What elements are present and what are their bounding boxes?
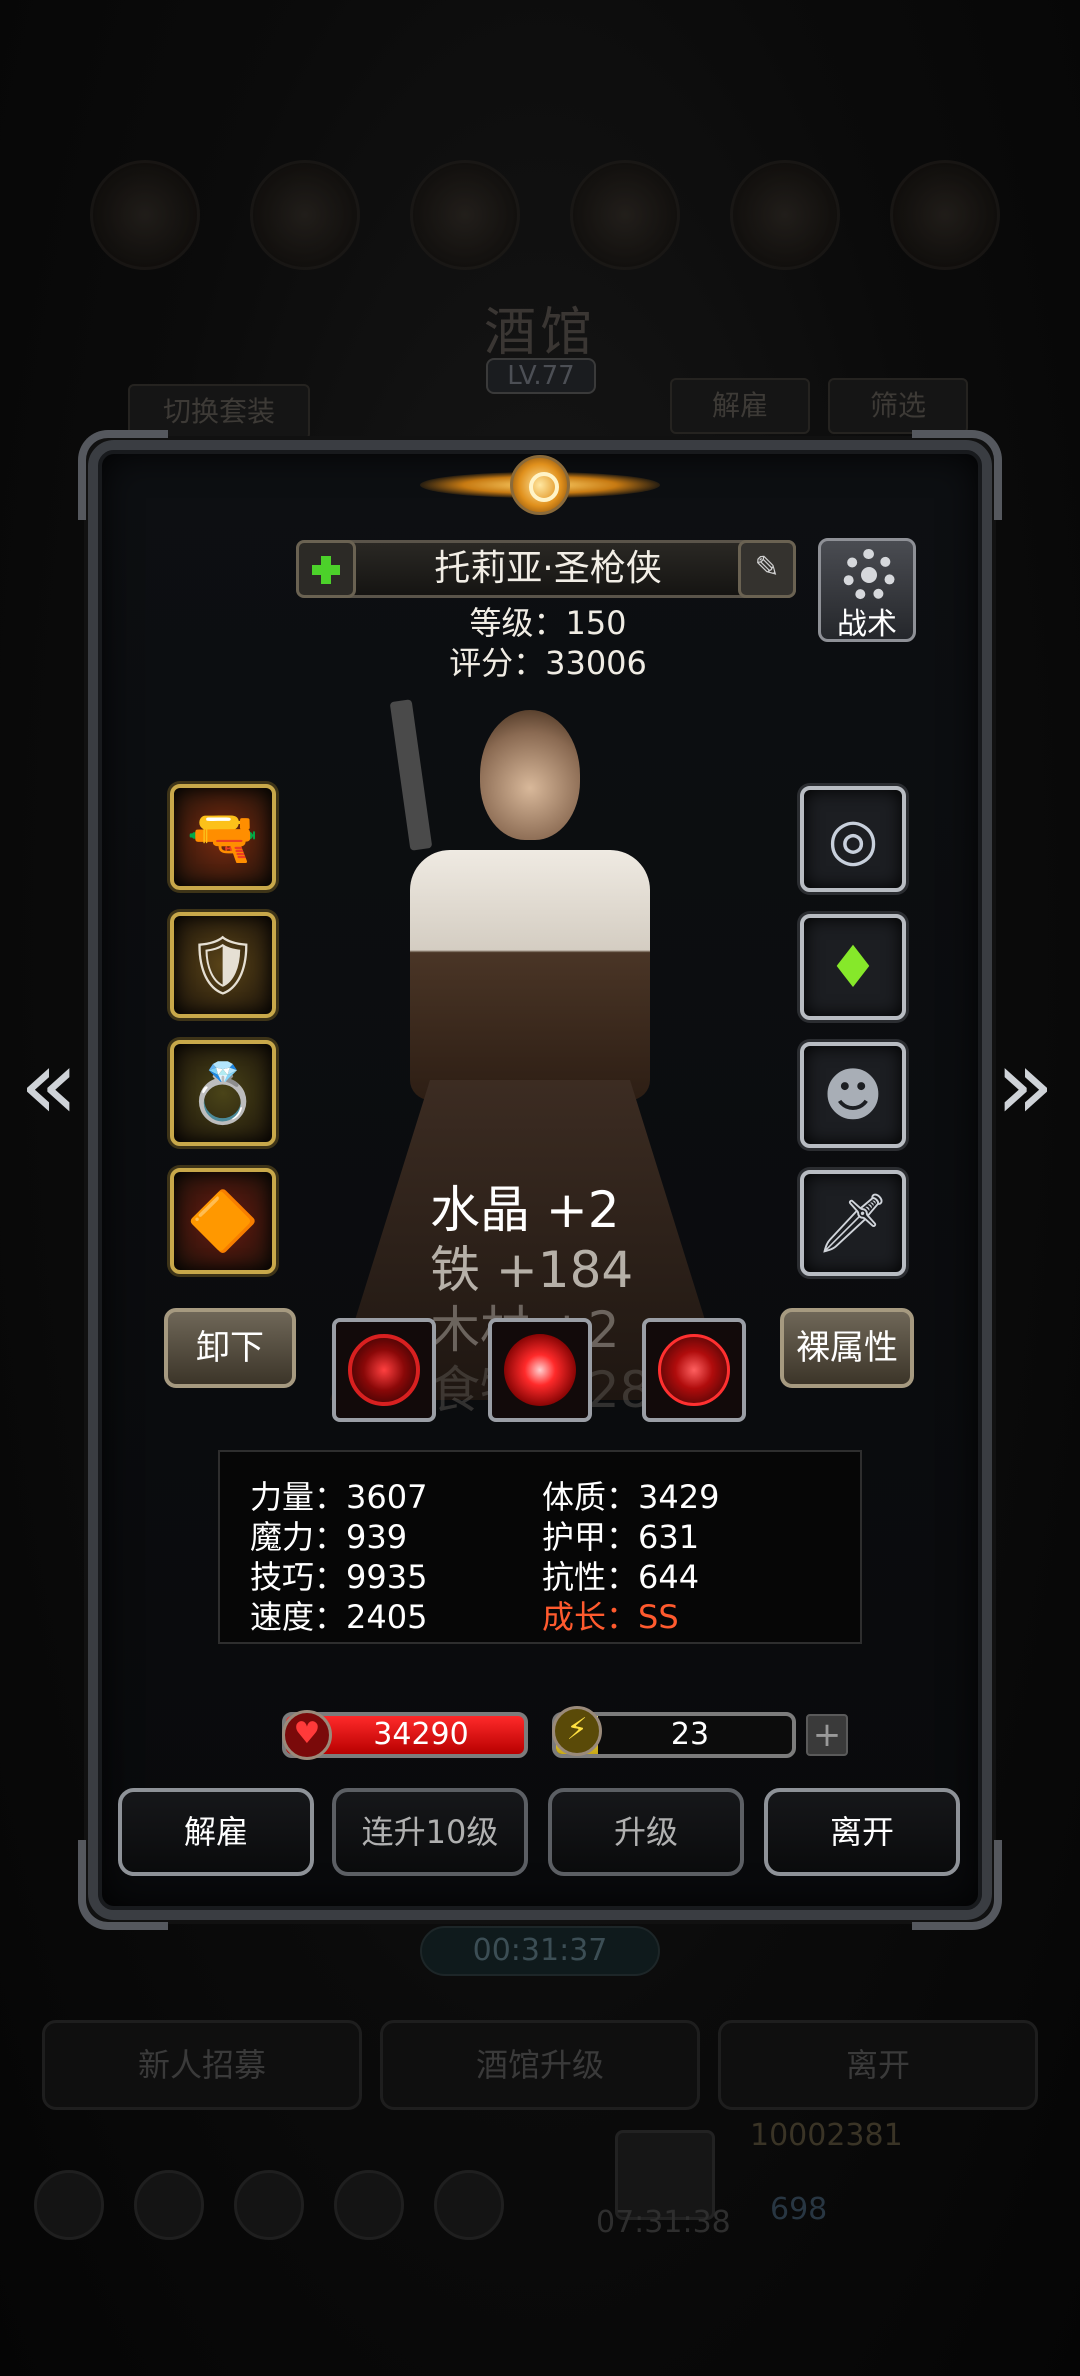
- menu-icon[interactable]: [90, 160, 200, 270]
- ring-slot[interactable]: 💍: [170, 1040, 276, 1146]
- amulet-icon: 🔶: [186, 1187, 260, 1255]
- lightning-icon: ⚡: [552, 1706, 602, 1756]
- heart-icon: ♥: [282, 1710, 332, 1760]
- bg-dismiss-button[interactable]: 解雇: [670, 378, 810, 434]
- skill-slot-1[interactable]: [332, 1318, 436, 1422]
- level-up-10-button[interactable]: 连升10级: [332, 1788, 528, 1876]
- next-hero-arrow-icon[interactable]: »: [990, 1037, 1060, 1133]
- gear-icon: [843, 549, 895, 601]
- skill-slot-2[interactable]: [488, 1318, 592, 1422]
- pistol-icon: [389, 699, 433, 851]
- rifle-icon: 🔫: [186, 803, 260, 871]
- gem-amount: 698: [770, 2192, 828, 2227]
- previous-hero-arrow-icon[interactable]: «: [14, 1037, 84, 1133]
- dagger-slot[interactable]: 🗡: [800, 1170, 906, 1276]
- hero-score: 评分：33006: [449, 644, 647, 682]
- skill-icon: [504, 1334, 576, 1406]
- pencil-icon: ✎: [754, 550, 780, 585]
- stat-speed: 速度：2405: [250, 1598, 428, 1636]
- plus-icon: +: [812, 1715, 842, 1755]
- level-up-button[interactable]: 升级: [548, 1788, 744, 1876]
- menu-icon[interactable]: [410, 160, 520, 270]
- mask-slot[interactable]: ☻: [800, 1042, 906, 1148]
- plus-icon-stem: [321, 556, 331, 584]
- nav-icon[interactable]: [134, 2170, 204, 2240]
- hp-value: 34290: [373, 1717, 469, 1752]
- mask-icon: ☻: [822, 1061, 884, 1129]
- nav-icon[interactable]: [234, 2170, 304, 2240]
- tavern-upgrade-button[interactable]: 酒馆升级: [380, 2020, 700, 2110]
- skill-icon: [348, 1334, 420, 1406]
- hero-body: [410, 850, 650, 1100]
- skill-slot-3[interactable]: [642, 1318, 746, 1422]
- armor-slot[interactable]: 🛡: [170, 912, 276, 1018]
- menu-icon[interactable]: [250, 160, 360, 270]
- menu-icon[interactable]: [570, 160, 680, 270]
- nav-icon[interactable]: [34, 2170, 104, 2240]
- silver-amulet-icon: ◎: [827, 805, 879, 873]
- nav-icon[interactable]: [434, 2170, 504, 2240]
- accessory-slot[interactable]: 🔶: [170, 1168, 276, 1274]
- stats-panel: 力量：3607 体质：3429 魔力：939 护甲：631 技巧：9935 抗性…: [218, 1450, 862, 1644]
- base-attributes-button[interactable]: 裸属性: [780, 1308, 914, 1388]
- weapon-slot[interactable]: 🔫: [170, 784, 276, 890]
- stat-growth: 成长：SS: [542, 1598, 679, 1636]
- ring-icon: 💍: [186, 1059, 260, 1127]
- menu-icon[interactable]: [730, 160, 840, 270]
- gold-amount: 10002381: [750, 2118, 903, 2153]
- top-menu-icons: [0, 160, 1080, 280]
- hero-head: [480, 710, 580, 840]
- panel-crest: [420, 430, 660, 540]
- recruit-timer: 00:31:37: [420, 1926, 660, 1976]
- armor-icon: 🛡: [186, 931, 260, 999]
- hp-bar: ♥ 34290: [282, 1710, 528, 1760]
- recruit-button[interactable]: 新人招募: [42, 2020, 362, 2110]
- emblem-icon: [510, 455, 570, 515]
- tavern-level: LV.77: [486, 358, 596, 394]
- dagger-icon: 🗡: [816, 1189, 890, 1257]
- bg-leave-button[interactable]: 离开: [718, 2020, 1038, 2110]
- add-energy-button[interactable]: +: [806, 1714, 848, 1756]
- frame-ornament: [78, 430, 168, 520]
- gift-timer: 07:31:38: [596, 2205, 731, 2240]
- nav-icon[interactable]: [334, 2170, 404, 2240]
- frame-ornament: [912, 430, 1002, 520]
- unequip-button[interactable]: 卸下: [164, 1308, 296, 1388]
- tavern-title: 酒馆: [483, 303, 596, 363]
- edit-name-button[interactable]: ✎: [738, 540, 796, 598]
- skill-icon: [658, 1334, 730, 1406]
- menu-icon[interactable]: [890, 160, 1000, 270]
- energy-value: 23: [670, 1717, 710, 1752]
- tactics-label: 战术: [837, 607, 897, 642]
- necklace-slot[interactable]: ◎: [800, 786, 906, 892]
- green-crystal-icon: ♦: [827, 933, 879, 1001]
- gem-slot[interactable]: ♦: [800, 914, 906, 1020]
- add-button[interactable]: [296, 540, 356, 598]
- leave-button[interactable]: 离开: [764, 1788, 960, 1876]
- dismiss-button[interactable]: 解雇: [118, 1788, 314, 1876]
- hero-name: 托莉亚·圣枪侠: [434, 548, 662, 589]
- filter-button[interactable]: 筛选: [828, 378, 968, 434]
- tactics-button[interactable]: 战术: [818, 538, 916, 642]
